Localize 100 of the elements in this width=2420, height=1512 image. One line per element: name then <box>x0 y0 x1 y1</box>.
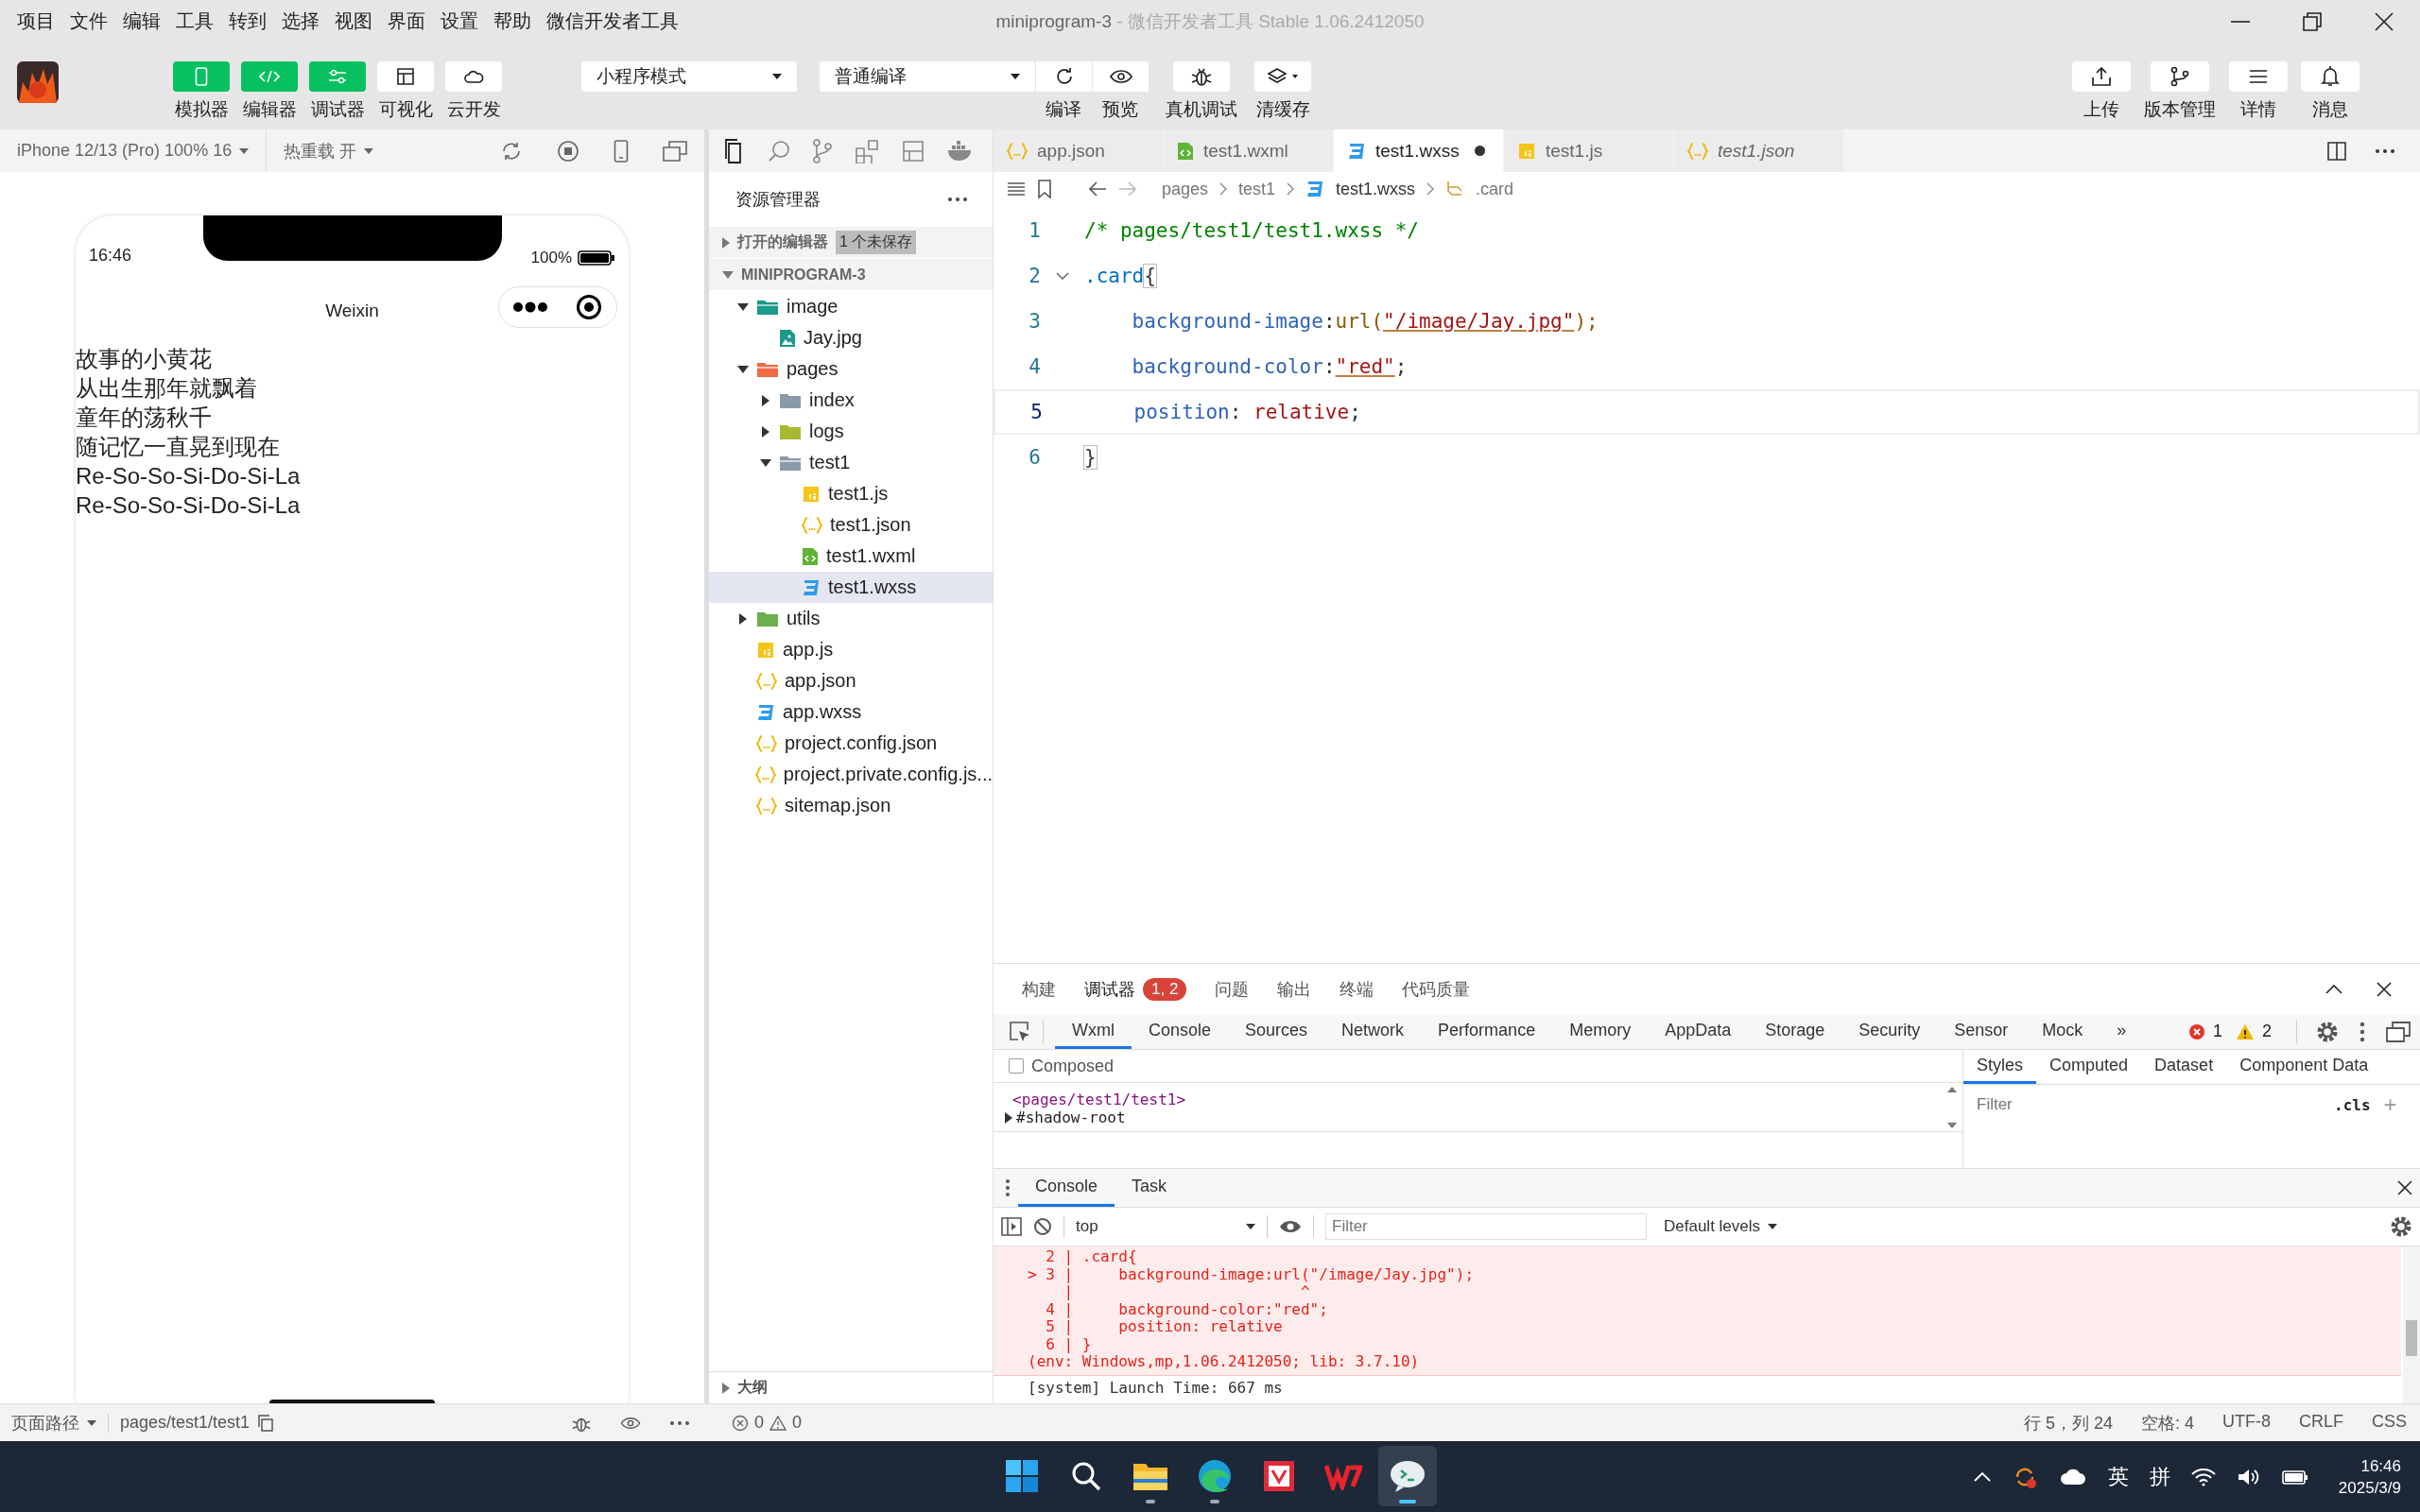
tree-item[interactable]: logs <box>709 416 993 447</box>
tree-item[interactable]: project.config.json <box>709 728 993 759</box>
inspect-icon[interactable] <box>1009 1020 1031 1043</box>
tree-item[interactable]: app.wxss <box>709 696 993 728</box>
undock-icon[interactable] <box>2386 1021 2411 1042</box>
tree-item[interactable]: app.json <box>709 665 993 696</box>
kebab-menu-icon[interactable] <box>1005 1178 1011 1197</box>
toolbar-button[interactable] <box>2301 61 2360 92</box>
search-icon[interactable] <box>768 139 790 163</box>
toolbar-button[interactable] <box>2072 61 2131 92</box>
checkbox[interactable] <box>1009 1058 1024 1074</box>
chevron-right-icon[interactable] <box>722 1382 730 1394</box>
editor-tab[interactable]: test1.js <box>1504 129 1674 172</box>
breadcrumb-item[interactable]: test1.wxss <box>1336 179 1416 199</box>
settings-icon[interactable] <box>2316 1020 2339 1043</box>
breadcrumb-item[interactable]: pages <box>1162 179 1209 199</box>
stop-icon[interactable] <box>557 139 579 163</box>
input-method-indicator[interactable]: 拼 <box>2149 1462 2170 1491</box>
devtools-tab[interactable]: Performance <box>1421 1014 1553 1049</box>
menu-item[interactable]: 设置 <box>441 9 478 34</box>
panel-tab[interactable]: 输出 <box>1277 977 1312 1001</box>
toolbar-button[interactable] <box>1173 61 1230 92</box>
menu-item[interactable]: 视图 <box>335 9 372 34</box>
tree-item[interactable]: image <box>709 291 993 322</box>
view-toggle-button[interactable] <box>309 61 366 92</box>
panel-tab[interactable]: 调试器 <box>1084 977 1135 1001</box>
section-header[interactable]: 大纲 <box>737 1378 768 1398</box>
bookmark-icon[interactable] <box>1037 180 1052 198</box>
taskbar-app-button[interactable] <box>1378 1446 1437 1506</box>
panel-tab[interactable]: 问题 <box>1215 977 1250 1001</box>
expand-triangle-icon[interactable] <box>1005 1111 1012 1124</box>
page-path-dropdown[interactable]: 页面路径 <box>11 1411 96 1435</box>
status-item[interactable]: CSS <box>2372 1411 2407 1435</box>
styles-tab[interactable]: Styles <box>1963 1050 2037 1084</box>
menu-item[interactable]: 工具 <box>176 9 214 34</box>
drawer-tab[interactable]: Task <box>1115 1169 1184 1207</box>
eye-icon[interactable] <box>620 1416 641 1430</box>
devtools-tab[interactable]: Sensor <box>1937 1014 2026 1049</box>
view-toggle-button[interactable] <box>377 61 434 92</box>
panel-tab[interactable]: 构建 <box>1022 977 1056 1001</box>
battery-icon[interactable] <box>2281 1468 2308 1486</box>
tree-item[interactable]: test1.wxml <box>709 541 993 572</box>
tree-item[interactable]: Jay.jpg <box>709 322 993 353</box>
breadcrumb-item[interactable]: .card <box>1476 179 1514 199</box>
chevron-up-icon[interactable] <box>2325 984 2342 994</box>
more-icon[interactable] <box>2375 147 2395 154</box>
devtools-tab[interactable]: Security <box>1841 1014 1938 1049</box>
devtools-tab[interactable]: Console <box>1132 1014 1229 1049</box>
tree-item[interactable]: test1.wxss <box>709 572 993 603</box>
devtools-tab[interactable]: Memory <box>1552 1014 1649 1049</box>
devtools-tab[interactable]: Network <box>1324 1014 1422 1049</box>
devtools-tab[interactable]: Mock <box>2025 1014 2100 1049</box>
chevron-down-icon[interactable] <box>722 270 734 279</box>
levels-dropdown[interactable]: Default levels <box>1664 1217 1778 1236</box>
eye-icon[interactable] <box>1279 1219 1302 1234</box>
hot-reload-dropdown[interactable]: 热重载 开 <box>266 129 391 172</box>
phone-icon[interactable] <box>614 139 629 163</box>
split-editor-icon[interactable] <box>2327 141 2346 161</box>
more-icon[interactable] <box>669 1419 690 1426</box>
tree-item[interactable]: test1.js <box>709 478 993 509</box>
panel-tab[interactable]: 代码质量 <box>1402 977 1471 1001</box>
editor-tab[interactable]: test1.wxss <box>1334 129 1504 172</box>
editor-tab[interactable]: app.json <box>994 129 1164 172</box>
kebab-menu-icon[interactable] <box>2360 1021 2365 1042</box>
fold-chevron-icon[interactable] <box>1056 272 1069 280</box>
input-method-indicator[interactable]: 英 <box>2107 1462 2129 1491</box>
menu-item[interactable]: 界面 <box>388 9 425 34</box>
section-header[interactable]: 打开的编辑器 <box>737 232 828 252</box>
devtools-tab[interactable]: Wxml <box>1055 1014 1132 1049</box>
clear-icon[interactable] <box>1033 1217 1052 1236</box>
menu-item[interactable]: 文件 <box>70 9 108 34</box>
tree-item[interactable]: app.js <box>709 634 993 665</box>
toolbar-button[interactable] <box>1092 61 1149 92</box>
tree-item[interactable]: index <box>709 385 993 416</box>
scrollbar[interactable] <box>2403 1246 2420 1403</box>
tree-item[interactable]: sitemap.json <box>709 790 993 821</box>
styles-tab[interactable]: Component Data <box>2226 1050 2382 1084</box>
panel-tab[interactable]: 终端 <box>1340 977 1374 1001</box>
cloud-icon[interactable] <box>2058 1467 2087 1486</box>
menu-item[interactable]: 选择 <box>282 9 320 34</box>
close-icon[interactable] <box>2397 1180 2412 1195</box>
status-item[interactable]: 空格: 4 <box>2140 1411 2194 1435</box>
tree-item[interactable]: project.private.config.js... <box>709 759 993 790</box>
mode-dropdown[interactable]: 小程序模式 <box>581 61 797 92</box>
more-tabs-button[interactable]: » <box>2100 1014 2144 1049</box>
cls-toggle[interactable]: .cls <box>2334 1095 2371 1114</box>
chevron-right-icon[interactable] <box>722 236 730 249</box>
close-icon[interactable] <box>2377 981 2392 997</box>
list-icon[interactable] <box>1007 181 1026 197</box>
compile-dropdown[interactable]: 普通编译 <box>820 61 1035 92</box>
whale-icon[interactable] <box>947 140 974 162</box>
toolbar-button[interactable] <box>1254 61 1311 92</box>
menu-item[interactable]: 转到 <box>229 9 267 34</box>
toolbar-button[interactable] <box>1035 61 1092 92</box>
devtools-tab[interactable]: Sources <box>1228 1014 1325 1049</box>
status-item[interactable]: UTF-8 <box>2221 1411 2271 1435</box>
menu-item[interactable]: 微信开发者工具 <box>546 9 679 34</box>
styles-tab[interactable]: Dataset <box>2141 1050 2227 1084</box>
extensions-icon[interactable] <box>855 138 879 163</box>
tree-item[interactable]: test1.json <box>709 509 993 541</box>
